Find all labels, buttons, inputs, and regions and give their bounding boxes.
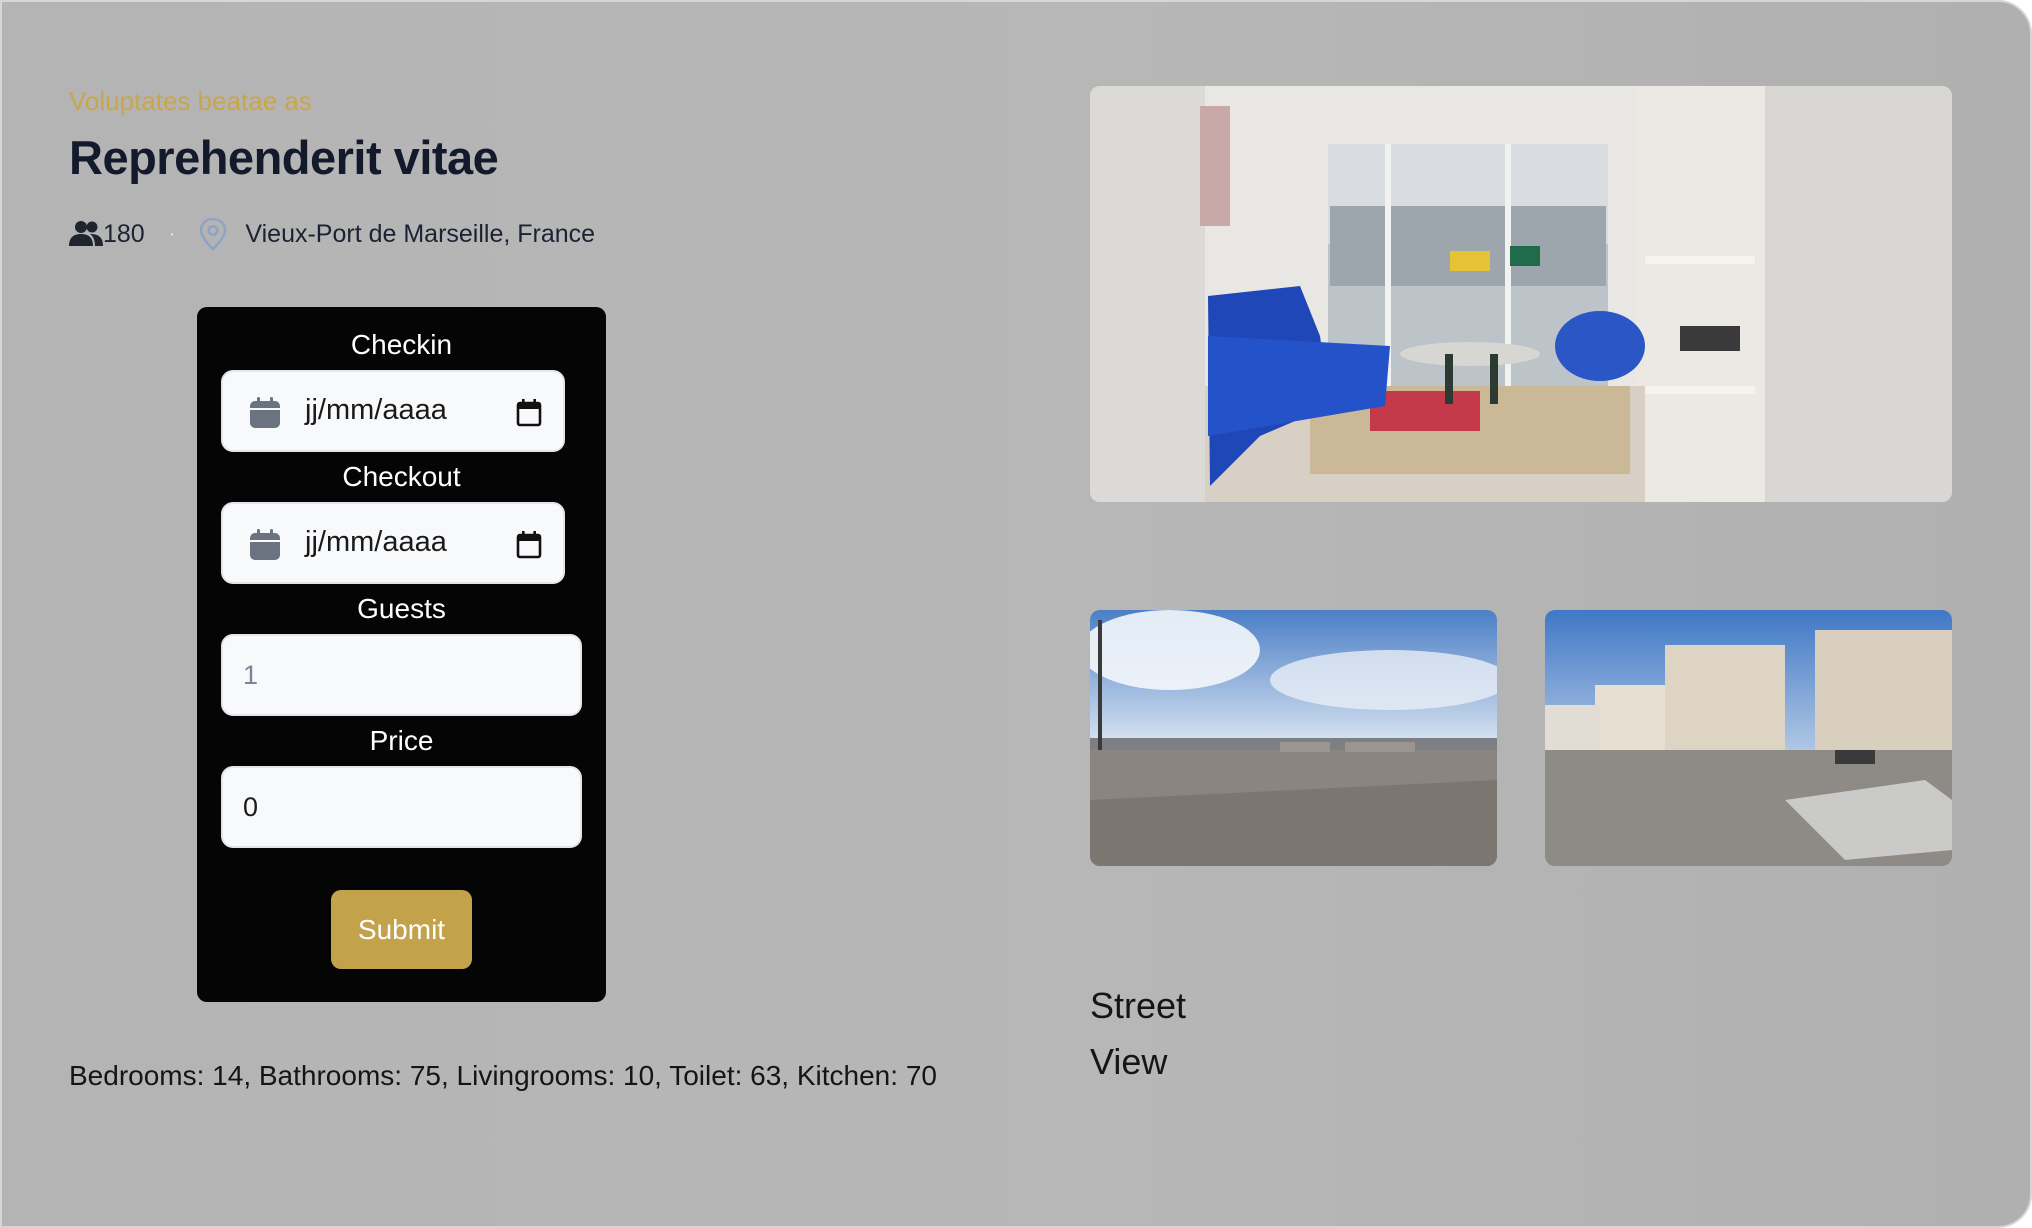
guests-count: 180	[103, 219, 145, 248]
checkout-label: Checkout	[342, 461, 461, 492]
price-input[interactable]	[221, 766, 582, 848]
users-icon	[69, 221, 103, 246]
calendar-picker-icon[interactable]	[516, 531, 542, 559]
meta-separator: ·	[168, 222, 176, 245]
street-view-label[interactable]: Street View	[1090, 978, 1230, 1090]
guests-input[interactable]	[221, 634, 582, 716]
main-photo-living-room[interactable]	[1090, 86, 1952, 502]
price-label: Price	[369, 725, 434, 756]
checkin-value: jj/mm/aaaa	[305, 394, 447, 426]
rooms-summary: Bedrooms: 14, Bathrooms: 75, Livingrooms…	[69, 1060, 937, 1091]
listing-meta: 180 · Vieux-Port de Marseille, France	[69, 216, 595, 252]
listing-subtitle: Voluptates beatae as	[69, 86, 312, 116]
calendar-icon	[250, 397, 280, 428]
submit-button[interactable]: Submit	[331, 890, 472, 969]
checkout-input[interactable]: jj/mm/aaaa	[221, 502, 565, 584]
checkin-label: Checkin	[350, 329, 453, 360]
map-pin-icon	[200, 217, 227, 251]
listing-location[interactable]: Vieux-Port de Marseille, France	[245, 220, 595, 249]
calendar-icon	[250, 529, 280, 560]
listing-title: Reprehenderit vitae	[69, 131, 499, 184]
checkout-value: jj/mm/aaaa	[305, 526, 447, 558]
checkin-input[interactable]: jj/mm/aaaa	[221, 370, 565, 452]
booking-form: Checkin jj/mm/aaaa Checkout jj/mm/aaaa G…	[197, 307, 606, 1002]
guests-label: Guests	[357, 593, 446, 624]
photo-vieux-port-square[interactable]	[1545, 610, 1952, 866]
listing-page: Voluptates beatae as Reprehenderit vitae…	[0, 0, 2032, 1228]
photo-vieux-port-quay[interactable]	[1090, 610, 1497, 866]
calendar-picker-icon[interactable]	[516, 399, 542, 427]
